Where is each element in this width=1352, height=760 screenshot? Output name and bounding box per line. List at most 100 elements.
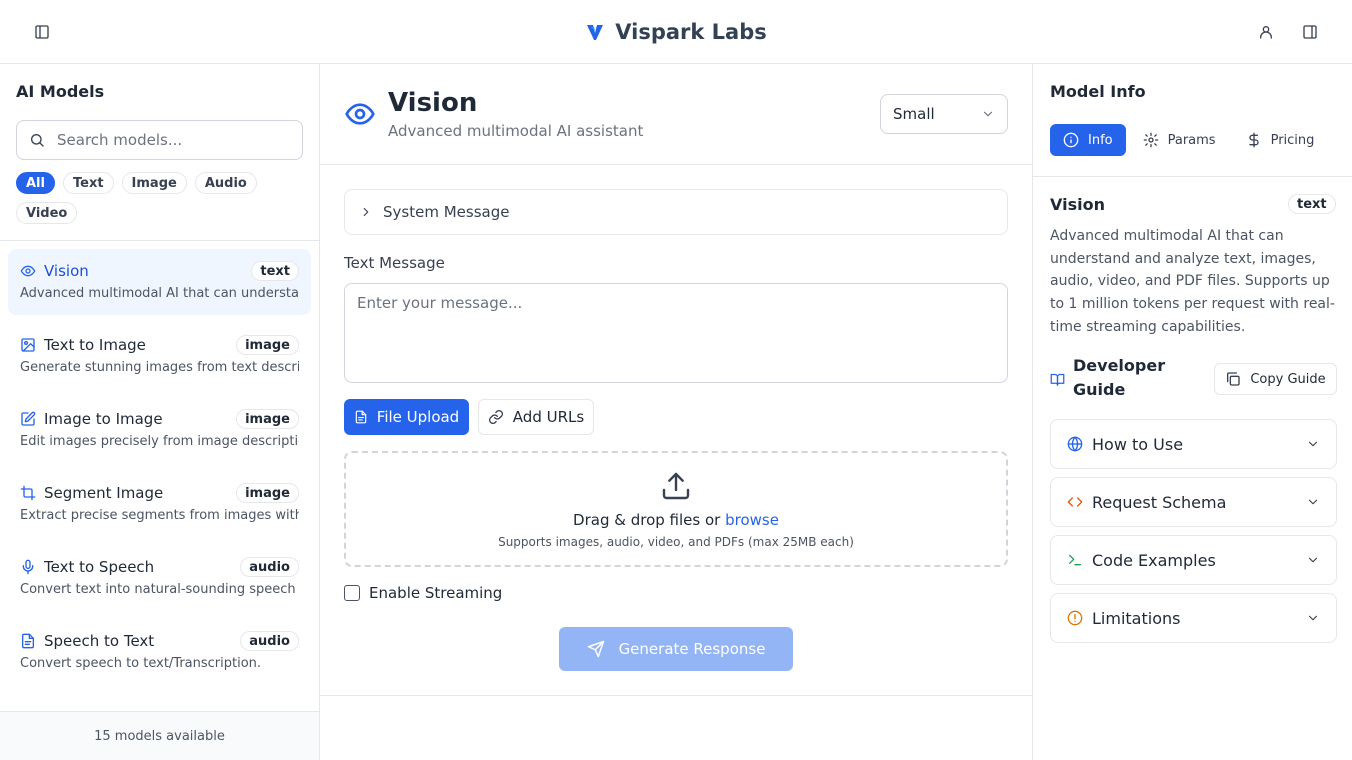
chevron-down-icon [1306, 495, 1320, 509]
top-bar: Vispark Labs [0, 0, 1352, 64]
model-size-value: Small [893, 105, 935, 123]
crop-icon [20, 485, 36, 501]
add-urls-label: Add URLs [512, 408, 585, 426]
page-title: Vision [388, 88, 478, 118]
divider [1033, 176, 1352, 177]
model-item-text-to-speech[interactable]: Text to Speech audio Convert text into n… [8, 545, 311, 611]
tab-label: Params [1167, 132, 1216, 148]
eye-icon [20, 263, 36, 279]
accordion-code-examples[interactable]: Code Examples [1050, 535, 1337, 585]
model-description: Advanced multimodal AI that can understa… [20, 286, 299, 301]
info-tabs: Info Params Pricing [1050, 124, 1327, 156]
filter-chip-text[interactable]: Text [62, 172, 114, 194]
chevron-down-icon [981, 107, 995, 121]
model-item-image-to-image[interactable]: Image to Image image Edit images precise… [8, 397, 311, 463]
chevron-right-icon [359, 205, 373, 219]
enable-streaming-label: Enable Streaming [369, 584, 503, 602]
model-name: Vision [44, 262, 89, 280]
filter-chip-video[interactable]: Video [16, 202, 78, 224]
model-type-badge: text [1288, 194, 1336, 214]
model-type-badge: text [251, 261, 299, 281]
panel-title: Model Info [1050, 82, 1146, 101]
microphone-icon [20, 559, 36, 575]
accordion-label: Request Schema [1092, 492, 1227, 512]
chevron-down-icon [1306, 611, 1320, 625]
terminal-icon [1067, 552, 1083, 568]
developer-guide-title: Developer Guide [1073, 356, 1166, 399]
accordion-label: Code Examples [1092, 550, 1216, 570]
text-message-label: Text Message [344, 254, 445, 272]
chevron-down-icon [1306, 553, 1320, 567]
tab-pricing[interactable]: Pricing [1233, 124, 1328, 156]
text-message-input[interactable] [344, 283, 1008, 383]
globe-icon [1067, 436, 1083, 452]
upload-icon [660, 470, 692, 502]
dropzone-text: Drag & drop files or browse [573, 511, 779, 529]
system-message-toggle[interactable]: System Message [344, 189, 1008, 235]
models-sidebar: AI Models All Text Image Audio Video Vis… [0, 64, 320, 760]
toggle-right-panel-button[interactable] [1294, 16, 1326, 48]
model-description: Extract precise segments from images wit… [20, 508, 299, 523]
model-name: Text to Image [44, 336, 146, 354]
filter-chip-all[interactable]: All [16, 172, 55, 194]
system-message-label: System Message [383, 203, 510, 221]
browse-link[interactable]: browse [725, 511, 779, 529]
info-icon [1063, 132, 1079, 148]
filter-chip-image[interactable]: Image [121, 172, 187, 194]
model-description: Edit images precisely from image descrip… [20, 434, 299, 449]
model-size-select[interactable]: Small [880, 94, 1008, 134]
file-dropzone[interactable]: Drag & drop files or browse Supports ima… [344, 451, 1008, 567]
send-icon [587, 640, 605, 658]
accordion-how-to-use[interactable]: How to Use [1050, 419, 1337, 469]
user-icon [1258, 24, 1274, 40]
sidebar-title: AI Models [16, 82, 105, 101]
model-name: Segment Image [44, 484, 164, 502]
user-button[interactable] [1250, 16, 1282, 48]
model-description: Advanced multimodal AI that can understa… [1050, 228, 1335, 335]
tab-label: Pricing [1270, 132, 1315, 148]
model-header: Vision Advanced multimodal AI assistant … [320, 64, 1032, 165]
toggle-left-sidebar-button[interactable] [26, 16, 58, 48]
link-icon [488, 409, 504, 425]
book-open-icon [1050, 372, 1065, 387]
page-subtitle: Advanced multimodal AI assistant [388, 122, 644, 140]
model-item-speech-to-text[interactable]: Speech to Text audio Convert speech to t… [8, 619, 311, 685]
add-urls-button[interactable]: Add URLs [478, 399, 594, 435]
file-upload-label: File Upload [376, 408, 460, 426]
model-item-text-to-image[interactable]: Text to Image image Generate stunning im… [8, 323, 311, 389]
accordion-limitations[interactable]: Limitations [1050, 593, 1337, 643]
filter-chip-audio[interactable]: Audio [194, 172, 257, 194]
accordion-request-schema[interactable]: Request Schema [1050, 477, 1337, 527]
file-text-icon [20, 633, 36, 649]
model-name: Vision [1050, 195, 1105, 214]
model-name: Text to Speech [44, 558, 155, 576]
brand: Vispark Labs [0, 0, 1352, 64]
model-description: Convert text into natural-sounding speec… [20, 582, 299, 597]
streaming-option: Enable Streaming [344, 584, 502, 602]
enable-streaming-checkbox[interactable] [344, 585, 360, 601]
model-name: Image to Image [44, 410, 163, 428]
chevron-down-icon [1306, 437, 1320, 451]
main-panel: Vision Advanced multimodal AI assistant … [320, 64, 1032, 760]
tab-info[interactable]: Info [1050, 124, 1126, 156]
models-count: 15 models available [0, 711, 319, 760]
gear-icon [1143, 132, 1159, 148]
dropzone-hint: Supports images, audio, video, and PDFs … [498, 535, 854, 549]
model-item-vision[interactable]: Vision text Advanced multimodal AI that … [8, 249, 311, 315]
code-icon [1067, 494, 1083, 510]
search-input[interactable] [57, 131, 277, 149]
model-type-badge: audio [240, 631, 299, 651]
model-list[interactable]: Vision text Advanced multimodal AI that … [0, 241, 319, 711]
model-type-badge: image [236, 409, 299, 429]
generate-response-label: Generate Response [618, 640, 766, 658]
model-item-segment-image[interactable]: Segment Image image Extract precise segm… [8, 471, 311, 537]
file-upload-button[interactable]: File Upload [344, 399, 469, 435]
generate-response-button[interactable]: Generate Response [559, 627, 793, 671]
model-name: Speech to Text [44, 632, 155, 650]
image-icon [20, 337, 36, 353]
brand-logo-icon [585, 22, 605, 42]
model-type-badge: image [236, 335, 299, 355]
copy-guide-label: Copy Guide [1250, 371, 1326, 387]
tab-params[interactable]: Params [1130, 124, 1229, 156]
copy-guide-button[interactable]: Copy Guide [1214, 363, 1337, 395]
